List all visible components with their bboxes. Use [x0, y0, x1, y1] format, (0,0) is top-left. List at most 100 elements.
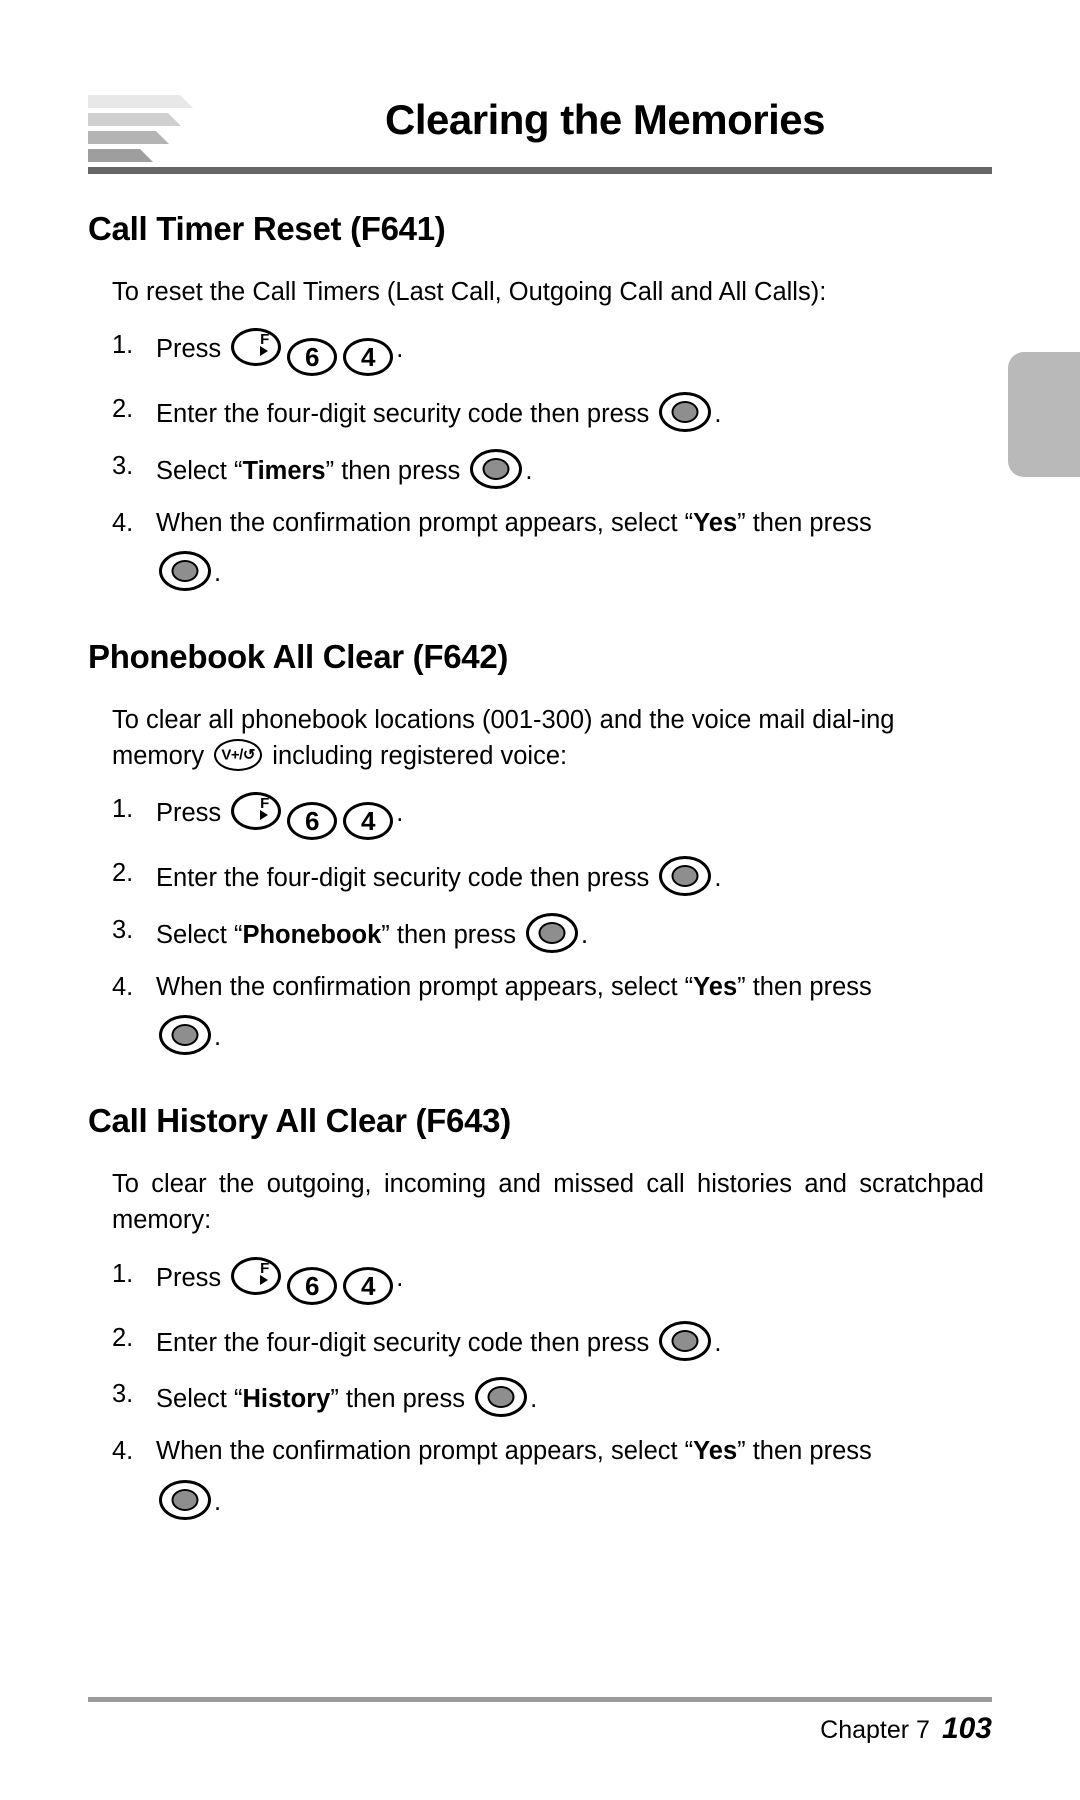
step-text-2: ” then press	[737, 508, 872, 537]
chapter-thumb-index-tab	[1008, 352, 1080, 477]
list-item: 2. Enter the four-digit security code th…	[112, 1320, 992, 1362]
step-suffix: .	[714, 1328, 722, 1357]
digit-key-4-icon[interactable]: 4	[343, 1266, 394, 1305]
digit-key-4-icon[interactable]: 4	[343, 338, 394, 377]
select-key-disc-icon	[171, 1024, 199, 1047]
step-key-row: .	[156, 551, 992, 592]
section-phonebook-all-clear: Phonebook All Clear (F642) To clear all …	[88, 638, 992, 1056]
logo-bar-2	[88, 113, 181, 126]
step-text: When the confirmation prompt appears, se…	[156, 508, 694, 537]
function-key-icon[interactable]: F	[231, 328, 282, 367]
function-key-triangle-icon	[260, 810, 269, 821]
step-text: Select “	[156, 456, 243, 485]
menu-option-label: Yes	[693, 1436, 738, 1465]
step-suffix: .	[714, 864, 722, 893]
select-key-icon[interactable]	[659, 392, 712, 433]
function-key-label: F	[260, 1259, 270, 1277]
section-heading: Call History All Clear (F643)	[88, 1102, 511, 1140]
step-text: Press	[156, 1263, 222, 1292]
step-number: 3.	[112, 1380, 134, 1409]
select-key-icon[interactable]	[159, 551, 211, 592]
step-text: Enter the four-digit security code then …	[156, 400, 650, 429]
step-key-row: .	[156, 1015, 992, 1056]
footer-divider	[88, 1697, 992, 1702]
list-item: 3. Select “History” then press .	[112, 1377, 992, 1418]
select-key-icon[interactable]	[159, 1479, 211, 1520]
step-text-2: ” then press	[737, 972, 872, 1001]
select-key-icon[interactable]	[659, 1320, 712, 1361]
select-key-disc-icon	[671, 401, 699, 424]
step-text-2: ” then press	[381, 921, 516, 950]
step-list: 1. Press F64. 2. Enter the four-digit se…	[88, 1256, 992, 1521]
step-key-row: .	[156, 1479, 992, 1521]
step-text: Enter the four-digit security code then …	[156, 864, 650, 893]
list-item: 2. Enter the four-digit security code th…	[112, 856, 992, 897]
digit-key-4-icon[interactable]: 4	[343, 802, 394, 841]
step-number: 1.	[112, 1259, 134, 1288]
step-list: 1. Press F64. 2. Enter the four-digit se…	[88, 792, 992, 1056]
page-content: Call Timer Reset (F641) To reset the Cal…	[88, 210, 992, 1536]
step-suffix: .	[396, 335, 404, 364]
step-text-2: ” then press	[737, 1436, 872, 1465]
function-key-icon[interactable]: F	[231, 792, 282, 831]
footer-chapter-label: Chapter 7	[820, 1716, 930, 1744]
select-key-icon[interactable]	[659, 856, 712, 897]
step-suffix: .	[581, 921, 589, 950]
menu-option-label: History	[242, 1385, 331, 1414]
manual-page: Clearing the Memories Call Timer Reset (…	[0, 0, 1080, 1800]
step-text: Select “	[156, 921, 243, 950]
section-intro-part-b: including registered voice:	[272, 742, 568, 771]
step-suffix: .	[214, 1023, 222, 1052]
list-item: 4. When the confirmation prompt appears,…	[112, 506, 992, 592]
step-text-2: ” then press	[325, 456, 461, 485]
list-item: 4. When the confirmation prompt appears,…	[112, 1434, 992, 1520]
select-key-icon[interactable]	[470, 448, 523, 489]
function-key-label: F	[260, 331, 270, 349]
digit-key-6-icon[interactable]: 6	[287, 1266, 338, 1305]
step-suffix: .	[396, 1263, 404, 1292]
step-number: 2.	[112, 395, 134, 424]
list-item: 3. Select “Phonebook” then press .	[112, 913, 992, 954]
footer-page-number: 103	[941, 1712, 992, 1745]
header-divider	[88, 167, 992, 174]
voice-key-label: V+/↺	[221, 746, 255, 764]
step-number: 3.	[112, 916, 134, 945]
menu-option-label: Yes	[693, 508, 738, 537]
step-suffix: .	[396, 799, 404, 828]
step-suffix: .	[525, 456, 533, 485]
menu-option-label: Timers	[242, 456, 326, 485]
function-key-label: F	[260, 795, 270, 813]
select-key-icon[interactable]	[475, 1377, 528, 1418]
voice-key-icon[interactable]: V+/↺	[214, 739, 263, 772]
logo-bar-3	[88, 131, 169, 144]
digit-key-6-icon[interactable]: 6	[287, 338, 338, 377]
step-number: 3.	[112, 451, 134, 480]
digit-key-6-icon[interactable]: 6	[287, 802, 338, 841]
step-suffix: .	[530, 1385, 538, 1414]
step-text: Press	[156, 799, 222, 828]
step-suffix: .	[214, 559, 222, 588]
section-heading: Call Timer Reset (F641)	[88, 210, 446, 247]
step-text: When the confirmation prompt appears, se…	[156, 972, 694, 1001]
page-title: Clearing the Memories	[385, 96, 825, 143]
section-intro: To clear all phonebook locations (001-30…	[88, 702, 992, 774]
speed-stripes-logo-icon	[88, 95, 203, 173]
select-key-icon[interactable]	[526, 913, 579, 954]
list-item: 4. When the confirmation prompt appears,…	[112, 970, 992, 1056]
select-key-disc-icon	[671, 865, 699, 888]
step-number: 2.	[112, 1323, 134, 1352]
select-key-disc-icon	[171, 560, 199, 583]
function-key-icon[interactable]: F	[231, 1256, 282, 1295]
list-item: 1. Press F64.	[112, 792, 992, 841]
page-header: Clearing the Memories	[88, 95, 992, 185]
step-number: 4.	[112, 1436, 134, 1465]
step-number: 2.	[112, 859, 134, 888]
list-item: 3. Select “Timers” then press .	[112, 448, 992, 490]
function-key-triangle-icon	[260, 346, 269, 357]
select-key-disc-icon	[171, 1488, 199, 1511]
select-key-icon[interactable]	[159, 1015, 211, 1056]
step-text: Press	[156, 335, 222, 364]
section-intro: To reset the Call Timers (Last Call, Out…	[112, 278, 827, 306]
logo-bar-4	[88, 149, 153, 162]
section-heading: Phonebook All Clear (F642)	[88, 637, 509, 675]
